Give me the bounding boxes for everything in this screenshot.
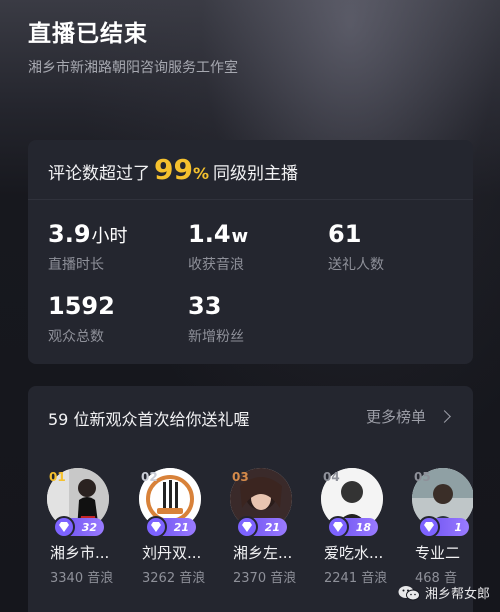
stat-label: 收获音浪 — [188, 257, 244, 273]
page-title: 直播已结束 — [28, 21, 148, 47]
gifter-score: 3340 音浪 — [50, 571, 114, 586]
level-number: 1 — [454, 520, 462, 534]
level-badge: 21 — [236, 516, 287, 538]
gifters-title: 59 位新观众首次给你送礼喔 — [48, 410, 250, 429]
gifter-score: 2370 音浪 — [233, 571, 297, 586]
stat-duration: 3.9 小时 直播时长 — [48, 220, 128, 274]
level-badge: 1 — [418, 516, 469, 538]
stat-value: 1592 — [48, 292, 115, 320]
stat-label: 送礼人数 — [328, 257, 384, 273]
gifter-item[interactable]: 02 21 刘丹双... 3262 音浪 — [120, 466, 205, 586]
gifter-item[interactable]: 05 1 专业二 468 音 — [393, 466, 473, 586]
streamer-name: 湘乡市新湘路朝阳咨询服务工作室 — [28, 60, 238, 76]
stat-coins: 1.4 w 收获音浪 — [188, 220, 248, 274]
stats-card: 评论数超过了 99 % 同级别主播 3.9 小时 直播时长 1.4 w 收获音浪 6… — [28, 140, 473, 364]
diamond-icon — [236, 516, 258, 538]
rank-number: 01 — [49, 470, 66, 484]
more-rankings-label: 更多榜单 — [365, 408, 426, 426]
level-badge: 32 — [53, 516, 104, 538]
watermark: 湘乡帮女郎 — [398, 583, 490, 602]
stat-label: 观众总数 — [48, 329, 104, 345]
gifter-score: 3262 音浪 — [142, 571, 206, 586]
rank-number: 04 — [323, 470, 340, 484]
stat-unit: 小时 — [91, 226, 128, 247]
ranking-suffix: 同级别主播 — [213, 164, 298, 184]
diamond-icon — [53, 516, 75, 538]
chevron-right-icon — [438, 410, 451, 423]
diamond-icon — [327, 516, 349, 538]
rank-number: 03 — [232, 470, 249, 484]
diamond-icon — [145, 516, 167, 538]
rank-number: 05 — [414, 470, 431, 484]
gifter-score: 2241 音浪 — [324, 571, 388, 586]
stat-label: 新增粉丝 — [188, 329, 244, 345]
level-number: 32 — [81, 520, 97, 534]
stat-gifters: 61 送礼人数 — [328, 220, 384, 274]
level-number: 21 — [264, 520, 280, 534]
level-number: 18 — [355, 520, 371, 534]
stat-unit: w — [231, 226, 249, 247]
level-number: 21 — [173, 520, 189, 534]
stat-label: 直播时长 — [48, 257, 104, 273]
ranking-prefix: 评论数超过了 — [48, 164, 150, 184]
stat-value: 3.9 — [48, 220, 91, 248]
divider — [28, 199, 473, 200]
gifter-item[interactable]: 01 32 湘乡市... 3340 音浪 — [28, 466, 113, 586]
ranking-percent: 99 — [154, 153, 193, 186]
gifter-item[interactable]: 03 21 湘乡左... 2370 音浪 — [211, 466, 296, 586]
gifter-name: 爱吃水... — [324, 544, 384, 562]
watermark-text: 湘乡帮女郎 — [424, 587, 490, 602]
gifters-card: 59 位新观众首次给你送礼喔 更多榜单 01 32 湘乡市... 3340 音浪 — [28, 386, 473, 612]
level-badge: 18 — [327, 516, 378, 538]
stat-value: 33 — [188, 292, 222, 320]
ranking-line: 评论数超过了 99 % 同级别主播 — [48, 153, 298, 189]
gifter-name: 刘丹双... — [142, 544, 202, 562]
gifter-name: 湘乡市... — [50, 544, 110, 562]
wechat-icon — [398, 585, 420, 600]
level-badge: 21 — [145, 516, 196, 538]
diamond-icon — [418, 516, 440, 538]
gifter-name: 湘乡左... — [233, 544, 293, 562]
gifter-name: 专业二 — [415, 544, 461, 562]
stat-value: 61 — [328, 220, 362, 248]
more-rankings-link[interactable]: 更多榜单 — [365, 406, 451, 427]
gifter-item[interactable]: 04 18 爱吃水... 2241 音浪 — [302, 466, 387, 586]
ranking-percent-sign: % — [192, 164, 209, 183]
rank-number: 02 — [141, 470, 158, 484]
header: 直播已结束 湘乡市新湘路朝阳咨询服务工作室 — [28, 14, 238, 77]
stat-viewers: 1592 观众总数 — [48, 292, 116, 346]
stat-new-fans: 33 新增粉丝 — [188, 292, 244, 346]
stat-value: 1.4 — [188, 220, 231, 248]
